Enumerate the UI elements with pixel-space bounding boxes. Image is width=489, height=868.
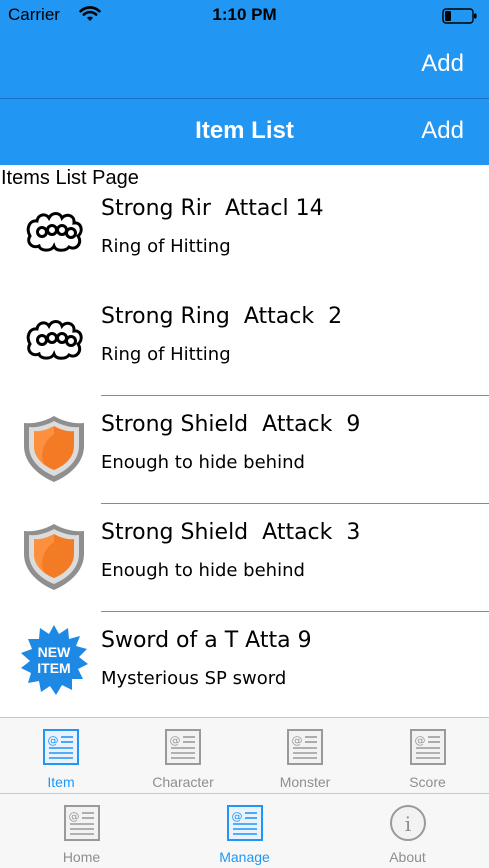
top-nav-bar: Add [0, 32, 489, 98]
page-icon: @ [63, 805, 100, 841]
item-attribute: Atta [245, 628, 291, 653]
status-bar: Carrier 1:10 PM [0, 0, 489, 32]
tab-label: About [389, 849, 426, 865]
list-item[interactable]: NEW ITEM Sword of a T Atta 9 Mysterious … [0, 612, 489, 717]
item-attribute: Attack [243, 304, 315, 329]
badge-text-line-2: ITEM [37, 660, 70, 676]
item-name: Strong Shield [101, 412, 249, 437]
tab-label: Item [47, 774, 75, 790]
item-name: Strong Shield [101, 520, 249, 545]
list-item[interactable]: Strong Ring Attack 2 Ring of Hitting [0, 288, 489, 396]
new-item-badge-icon: NEW ITEM [21, 625, 88, 695]
knuckles-icon [26, 320, 83, 360]
svg-text:@: @ [231, 810, 242, 823]
tab-bar-top: @ Item @ Character @ Monster @ Score [0, 717, 489, 793]
item-value: 9 [346, 412, 361, 437]
shield-icon [24, 524, 84, 590]
tab-about[interactable]: i About [326, 794, 489, 868]
tab-label: Manage [219, 849, 270, 865]
item-description: Enough to hide behind [101, 452, 305, 473]
item-attribute: Attack [262, 412, 333, 437]
tab-manage[interactable]: @ Manage [163, 794, 326, 868]
item-title: Strong Rir Attacl 14 [101, 196, 324, 221]
knuckles-icon [26, 212, 83, 252]
tab-monster[interactable]: @ Monster [244, 718, 366, 793]
list-item[interactable]: Strong Rir Attacl 14 Ring of Hitting [0, 180, 489, 288]
shield-icon [24, 416, 84, 482]
list-item[interactable]: Strong Shield Attack 9 Enough to hide be… [0, 396, 489, 504]
page-title: Item List [195, 117, 294, 144]
svg-text:@: @ [170, 734, 181, 747]
battery-icon [442, 8, 477, 24]
item-value: 14 [295, 196, 324, 221]
svg-text:i: i [404, 812, 410, 836]
badge-text-line-1: NEW [38, 644, 71, 660]
page-icon: @ [287, 729, 323, 765]
item-description: Ring of Hitting [101, 344, 231, 365]
svg-text:@: @ [292, 734, 303, 747]
item-description: Mysterious SP sword [101, 668, 287, 689]
add-item-button[interactable]: Add [421, 117, 464, 145]
item-value: 9 [297, 628, 312, 653]
svg-text:@: @ [414, 734, 425, 747]
tab-item[interactable]: @ Item [0, 718, 122, 793]
svg-text:@: @ [68, 810, 79, 823]
tab-label: Monster [279, 774, 331, 790]
top-add-button[interactable]: Add [421, 50, 464, 78]
item-name: Sword of a T [101, 628, 239, 653]
item-list-nav-bar: Item List Add [0, 99, 489, 165]
item-name: Strong Ring [101, 304, 230, 329]
svg-text:@: @ [48, 734, 59, 747]
item-attribute: Attacl [224, 196, 289, 221]
page-icon: @ [226, 805, 263, 841]
tab-bar-bottom: @ Home @ Manage i About [0, 793, 489, 868]
item-description: Enough to hide behind [101, 560, 305, 581]
page-icon: @ [165, 729, 201, 765]
item-title: Strong Shield Attack 3 [101, 520, 360, 545]
tab-label: Score [409, 774, 446, 790]
item-value: 3 [346, 520, 361, 545]
item-value: 2 [328, 304, 343, 329]
list-item[interactable]: Strong Shield Attack 3 Enough to hide be… [0, 504, 489, 612]
item-title: Strong Shield Attack 9 [101, 412, 360, 437]
status-time: 1:10 PM [212, 5, 277, 24]
item-name: Strong Rir [101, 196, 211, 221]
page-icon: @ [409, 729, 446, 765]
item-title: Sword of a T Atta 9 [101, 628, 312, 653]
tab-home[interactable]: @ Home [0, 794, 163, 868]
tab-score[interactable]: @ Score [366, 718, 489, 793]
tab-character[interactable]: @ Character [122, 718, 244, 793]
tab-label: Home [62, 849, 101, 865]
page-icon: @ [43, 729, 79, 765]
tab-label: Character [152, 774, 214, 790]
item-attribute: Attack [262, 520, 333, 545]
item-description: Ring of Hitting [101, 236, 231, 257]
item-title: Strong Ring Attack 2 [101, 304, 342, 329]
item-list[interactable]: Strong Rir Attacl 14 Ring of Hitting Str… [0, 180, 489, 717]
info-icon: i [389, 805, 426, 841]
